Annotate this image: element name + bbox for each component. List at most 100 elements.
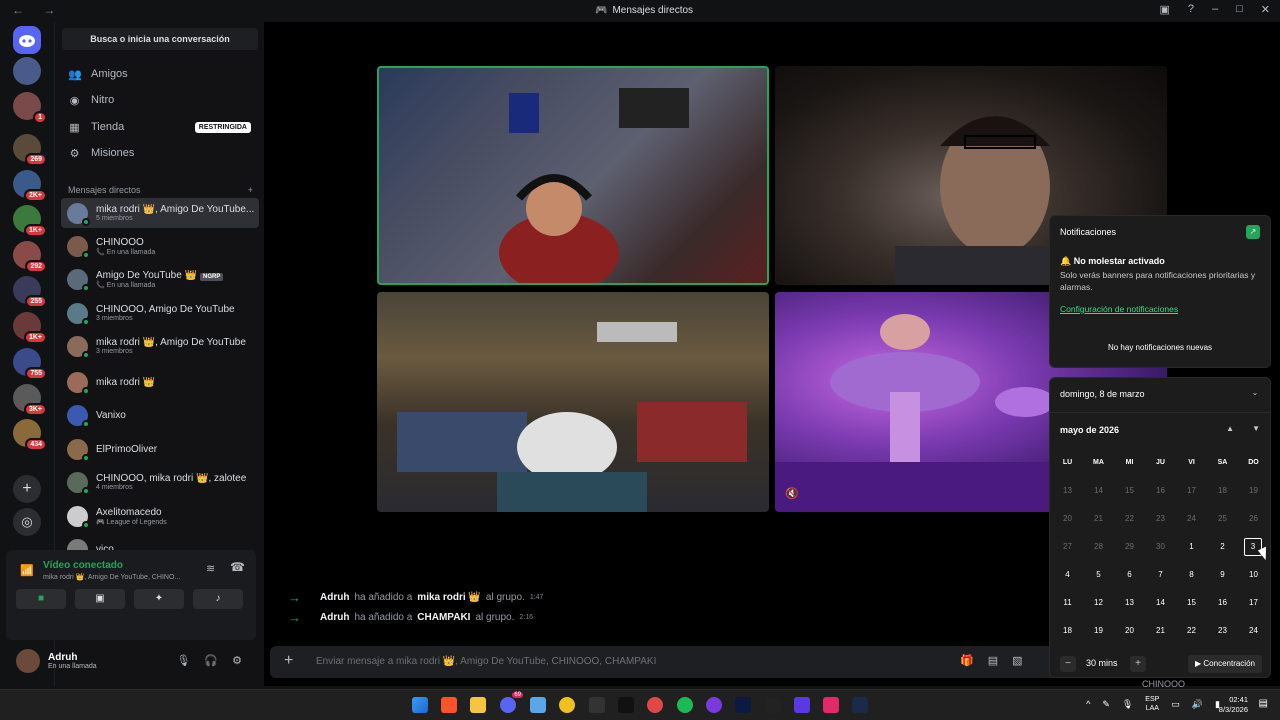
- video-tile-3[interactable]: [377, 292, 769, 512]
- calendar-day[interactable]: 23: [1145, 514, 1176, 523]
- video-tile-1[interactable]: [377, 66, 769, 285]
- dm-item[interactable]: mika rodri 👑, Amigo De YouTube... 5 miemb…: [61, 198, 259, 228]
- help-icon[interactable]: ?: [1188, 3, 1194, 16]
- calendar-day[interactable]: 9: [1207, 570, 1238, 579]
- focus-start-button[interactable]: ▶ Concentración: [1188, 655, 1262, 673]
- server-icon[interactable]: 1K+: [13, 312, 47, 344]
- calendar-day[interactable]: 20: [1052, 514, 1083, 523]
- prev-month-icon[interactable]: ▲: [1226, 424, 1234, 433]
- calendar-day[interactable]: 25: [1207, 514, 1238, 523]
- home-button[interactable]: [13, 26, 41, 54]
- microphone-icon[interactable]: 🎙: [176, 654, 190, 667]
- server-icon[interactable]: 255: [13, 276, 47, 308]
- nav-quests[interactable]: ⚙ Misiones: [61, 141, 259, 165]
- epic-games-icon[interactable]: [765, 697, 781, 713]
- calendar-day[interactable]: 13: [1052, 486, 1083, 495]
- calendar-day[interactable]: 4: [1052, 570, 1083, 579]
- calendar-day[interactable]: 19: [1238, 486, 1269, 495]
- clock[interactable]: 02:41 8/3/2026: [1219, 695, 1248, 715]
- message-target[interactable]: mika rodri 👑: [417, 592, 481, 603]
- camera-button[interactable]: ■: [16, 589, 66, 609]
- calendar-day[interactable]: 11: [1052, 598, 1083, 607]
- minimize-button[interactable]: –: [1212, 3, 1218, 16]
- calendar-day[interactable]: 24: [1238, 626, 1269, 635]
- calendar-day[interactable]: 21: [1145, 626, 1176, 635]
- notification-center-icon[interactable]: ▤: [1259, 698, 1268, 709]
- message-target[interactable]: CHAMPAKI: [417, 612, 470, 623]
- pen-icon[interactable]: ✎: [1102, 699, 1110, 710]
- obs-icon[interactable]: [706, 697, 722, 713]
- noise-suppression-icon[interactable]: ≋: [206, 562, 215, 575]
- calendar-day[interactable]: 6: [1114, 570, 1145, 579]
- brave-icon[interactable]: [441, 697, 457, 713]
- file-explorer-icon[interactable]: [470, 697, 486, 713]
- calendar-day[interactable]: 29: [1114, 542, 1145, 551]
- calendar-day[interactable]: 26: [1238, 514, 1269, 523]
- calendar-day[interactable]: 15: [1114, 486, 1145, 495]
- sticker-icon[interactable]: ▧: [1012, 654, 1022, 667]
- notification-settings-link[interactable]: Configuración de notificaciones: [1060, 304, 1178, 314]
- calendar-day[interactable]: 7: [1145, 570, 1176, 579]
- calendar-day[interactable]: 27: [1052, 542, 1083, 551]
- dm-item[interactable]: CHINOOO 📞 En una llamada: [61, 231, 259, 261]
- close-button[interactable]: ✕: [1261, 3, 1270, 16]
- calendar-day[interactable]: 22: [1114, 514, 1145, 523]
- user-avatar[interactable]: [16, 649, 40, 673]
- calendar-day[interactable]: 12: [1083, 598, 1114, 607]
- calendar-day[interactable]: 13: [1114, 598, 1145, 607]
- calendar-day[interactable]: 16: [1207, 598, 1238, 607]
- screen-share-button[interactable]: ▣: [75, 589, 125, 609]
- decrease-minutes-button[interactable]: −: [1060, 656, 1076, 672]
- voice-status[interactable]: Vídeo conectado: [43, 560, 123, 571]
- photos-icon[interactable]: [530, 697, 546, 713]
- activities-button[interactable]: ✦: [134, 589, 184, 609]
- server-icon[interactable]: 434: [13, 419, 47, 451]
- dm-item[interactable]: Vanixo: [61, 400, 259, 430]
- dm-item[interactable]: mika rodri 👑, Amigo De YouTube 3 miembros: [61, 331, 259, 361]
- gif-icon[interactable]: ▤: [988, 654, 998, 667]
- attach-plus-icon[interactable]: +: [284, 652, 293, 670]
- start-icon[interactable]: [412, 697, 428, 713]
- calendar-day[interactable]: 15: [1176, 598, 1207, 607]
- calendar-day[interactable]: 1: [1176, 542, 1207, 551]
- message-input[interactable]: Enviar mensaje a mika rodri 👑, Amigo De …: [316, 656, 656, 667]
- dm-item[interactable]: Axelitomacedo 🎮 League of Legends: [61, 501, 259, 531]
- tiktok-live-icon[interactable]: [823, 697, 839, 713]
- nav-friends[interactable]: 👥 Amigos: [61, 62, 259, 86]
- message-author[interactable]: Adruh: [320, 612, 349, 623]
- server-icon[interactable]: 269: [13, 134, 47, 166]
- server-icon[interactable]: 1K+: [13, 205, 47, 237]
- server-icon[interactable]: 755: [13, 348, 47, 380]
- dm-item[interactable]: mika rodri 👑: [61, 367, 259, 397]
- calendar-day[interactable]: 17: [1176, 486, 1207, 495]
- calendar-day[interactable]: 22: [1176, 626, 1207, 635]
- dm-item[interactable]: CHINOOO, Amigo De YouTube 3 miembros: [61, 298, 259, 328]
- nav-shop[interactable]: ▦ Tienda RESTRINGIDA: [61, 115, 259, 139]
- dm-item[interactable]: Amigo De YouTube 👑 NGRP 📞 En una llamada: [61, 264, 259, 294]
- dm-item[interactable]: ElPrimoOliver: [61, 434, 259, 464]
- spotify-icon[interactable]: [677, 697, 693, 713]
- search-button[interactable]: Busca o inicia una conversación: [62, 28, 258, 50]
- calendar-day[interactable]: 20: [1114, 626, 1145, 635]
- volume-icon[interactable]: 🔊: [1192, 699, 1203, 710]
- nav-nitro[interactable]: ◉ Nitro: [61, 88, 259, 112]
- dnd-toggle-icon[interactable]: ↗: [1246, 225, 1260, 239]
- gift-icon[interactable]: 🎁: [960, 654, 974, 667]
- server-icon[interactable]: [13, 57, 41, 85]
- calendar-day[interactable]: 21: [1083, 514, 1114, 523]
- calendar-day[interactable]: 19: [1083, 626, 1114, 635]
- server-icon[interactable]: 3K+: [13, 384, 47, 416]
- calendar-day[interactable]: 28: [1083, 542, 1114, 551]
- calendar-day[interactable]: 14: [1083, 486, 1114, 495]
- calendar-day[interactable]: 18: [1052, 626, 1083, 635]
- calendar-day[interactable]: 16: [1145, 486, 1176, 495]
- language-indicator[interactable]: ESP LAA: [1145, 695, 1159, 713]
- nav-arrows[interactable]: ← →: [12, 3, 63, 17]
- increase-minutes-button[interactable]: +: [1130, 656, 1146, 672]
- discord-taskbar-icon[interactable]: 69: [500, 692, 523, 713]
- message-author[interactable]: Adruh: [320, 592, 349, 603]
- headphones-icon[interactable]: 🎧: [204, 654, 218, 667]
- calendar-day[interactable]: 30: [1145, 542, 1176, 551]
- maximize-button[interactable]: □: [1236, 3, 1243, 16]
- capcut-icon[interactable]: [589, 697, 605, 713]
